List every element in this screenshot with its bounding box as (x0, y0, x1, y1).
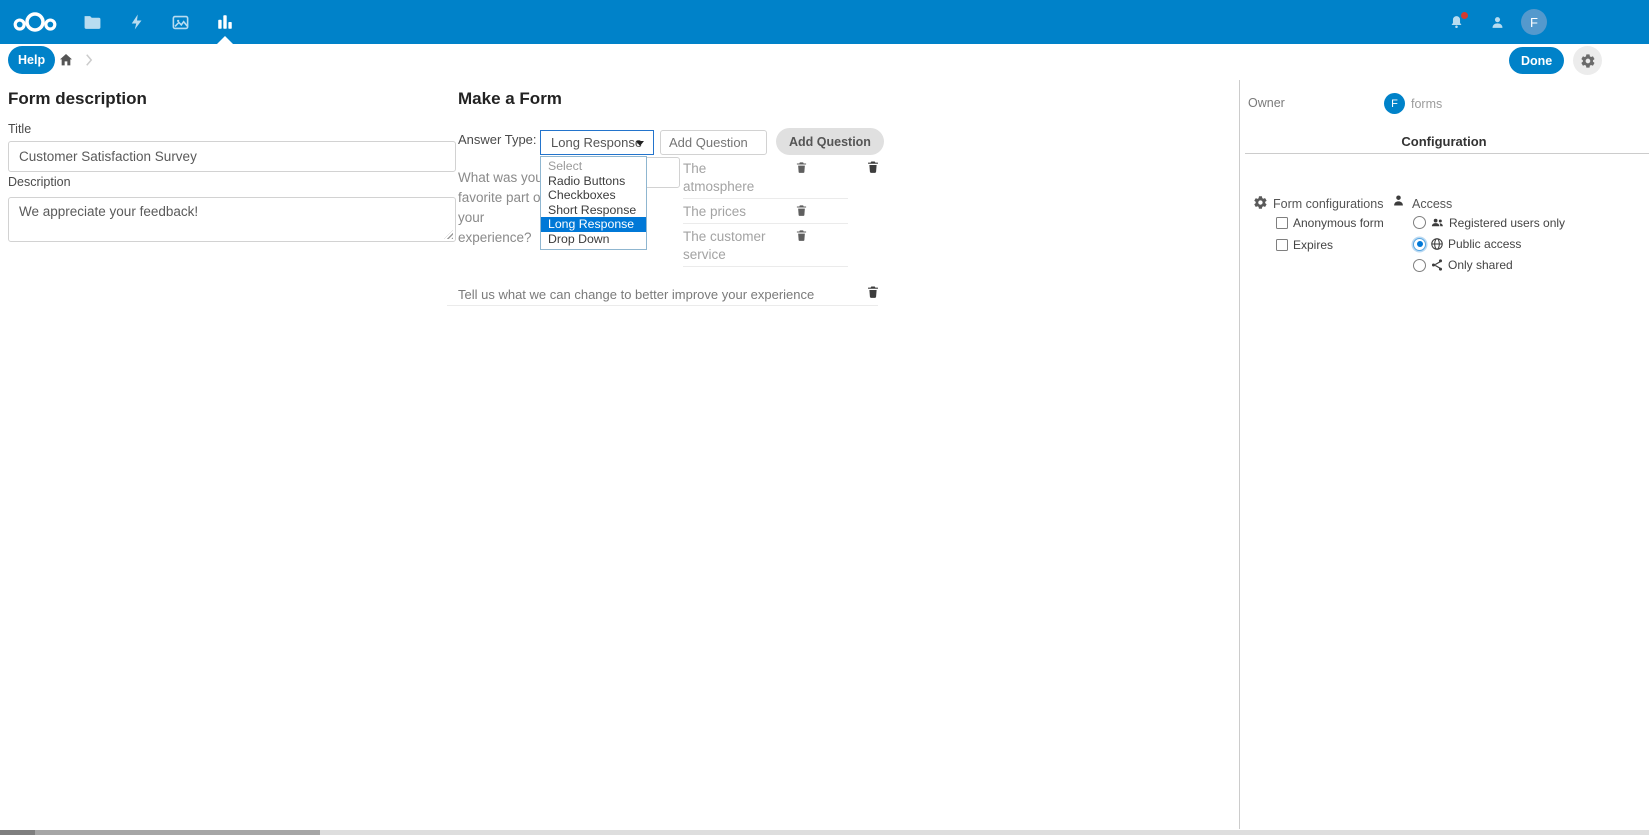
answer-option-text[interactable]: The atmosphere (683, 160, 773, 196)
sidebar-divider (1239, 80, 1240, 829)
checkbox-label: Expires (1293, 238, 1333, 252)
active-app-indicator (217, 36, 233, 44)
answer-type-select[interactable]: Long Response (540, 130, 654, 155)
answer-type-selected-value: Long Response (551, 135, 642, 150)
title-input[interactable] (8, 141, 456, 172)
registered-users-radio[interactable] (1413, 216, 1426, 229)
people-icon (1430, 215, 1445, 230)
form-configurations-gear-icon (1253, 195, 1268, 215)
delete-option-trash-icon[interactable] (795, 204, 808, 220)
expires-checkbox[interactable] (1276, 239, 1288, 251)
answer-option-row: The atmosphere (683, 160, 848, 199)
notifications-bell-icon[interactable] (1434, 0, 1478, 44)
configuration-heading: Configuration (1239, 134, 1649, 149)
dropdown-option[interactable]: Checkboxes (541, 188, 646, 203)
description-label: Description (8, 175, 71, 189)
add-question-button[interactable]: Add Question (776, 128, 884, 155)
make-a-form-heading: Make a Form (458, 89, 562, 109)
form-description-heading: Form description (8, 89, 147, 109)
user-avatar-letter: F (1530, 15, 1538, 30)
radio-label: Registered users only (1449, 216, 1565, 230)
dropdown-option[interactable]: Drop Down (541, 232, 646, 247)
answer-option-text[interactable]: The prices (683, 203, 773, 221)
delete-option-trash-icon[interactable] (795, 229, 808, 245)
anonymous-form-checkbox-row[interactable]: Anonymous form (1276, 216, 1384, 230)
delete-question-trash-icon[interactable] (866, 160, 880, 177)
title-label: Title (8, 122, 31, 136)
horizontal-scrollbar-track (0, 830, 1649, 835)
access-heading: Access (1412, 197, 1452, 211)
notification-unread-dot (1461, 12, 1468, 19)
top-header-bar: F (0, 0, 1649, 44)
add-question-input[interactable] (660, 130, 767, 155)
dropdown-option-highlighted[interactable]: Long Response (541, 217, 646, 232)
expires-checkbox-row[interactable]: Expires (1276, 238, 1333, 252)
only-shared-radio[interactable] (1413, 259, 1426, 272)
owner-avatar-letter: F (1391, 98, 1398, 110)
done-button[interactable]: Done (1509, 47, 1564, 74)
dropdown-option[interactable]: Short Response (541, 203, 646, 218)
globe-icon (1430, 237, 1444, 251)
horizontal-scrollbar-thumb[interactable] (0, 830, 320, 835)
form-configurations-heading: Form configurations (1273, 197, 1383, 211)
only-shared-radio-row[interactable]: Only shared (1413, 258, 1513, 272)
app-activity-lightning-icon[interactable] (115, 0, 159, 44)
owner-label: Owner (1248, 96, 1285, 110)
user-avatar[interactable]: F (1521, 9, 1547, 35)
radio-label: Only shared (1448, 258, 1513, 272)
question-text[interactable]: What was your favorite part of your expe… (458, 168, 552, 248)
access-person-icon (1391, 193, 1406, 213)
answer-option-row: The customer service (683, 228, 848, 267)
contacts-person-icon[interactable] (1475, 0, 1519, 44)
public-access-radio-selected[interactable] (1413, 238, 1426, 251)
owner-avatar: F (1384, 93, 1405, 114)
registered-users-radio-row[interactable]: Registered users only (1413, 215, 1565, 230)
app-photos-image-icon[interactable] (158, 0, 202, 44)
breadcrumb-chevron-icon (80, 51, 98, 74)
checkbox-label: Anonymous form (1293, 216, 1384, 230)
settings-gear-button[interactable] (1573, 46, 1602, 75)
breadcrumb-home-icon[interactable] (58, 52, 74, 73)
delete-option-trash-icon[interactable] (795, 161, 808, 177)
delete-question-trash-icon[interactable] (866, 285, 880, 302)
question-divider (447, 305, 878, 306)
nextcloud-logo-icon[interactable] (12, 10, 58, 39)
dropdown-option[interactable]: Select (541, 159, 646, 174)
answer-type-label: Answer Type: (458, 132, 537, 147)
description-textarea[interactable]: We appreciate your feedback! (8, 197, 456, 242)
answer-option-text[interactable]: The customer service (683, 228, 773, 264)
select-caret-icon (636, 141, 644, 146)
owner-name: forms (1411, 97, 1442, 111)
share-icon (1430, 258, 1444, 272)
public-access-radio-row[interactable]: Public access (1413, 237, 1521, 251)
question-text[interactable]: Tell us what we can change to better imp… (458, 287, 814, 302)
answer-type-dropdown-list: Select Radio Buttons Checkboxes Short Re… (540, 156, 647, 250)
radio-label: Public access (1448, 237, 1521, 251)
help-button[interactable]: Help (8, 46, 55, 74)
configuration-divider (1245, 153, 1649, 154)
anonymous-form-checkbox[interactable] (1276, 217, 1288, 229)
dropdown-option[interactable]: Radio Buttons (541, 174, 646, 189)
gear-icon (1580, 53, 1596, 69)
app-files-folder-icon[interactable] (70, 0, 114, 44)
answer-option-row: The prices (683, 203, 848, 224)
horizontal-scrollbar-thumb-end (0, 830, 35, 835)
answer-options-list: The atmosphere The prices The customer s… (683, 160, 848, 271)
